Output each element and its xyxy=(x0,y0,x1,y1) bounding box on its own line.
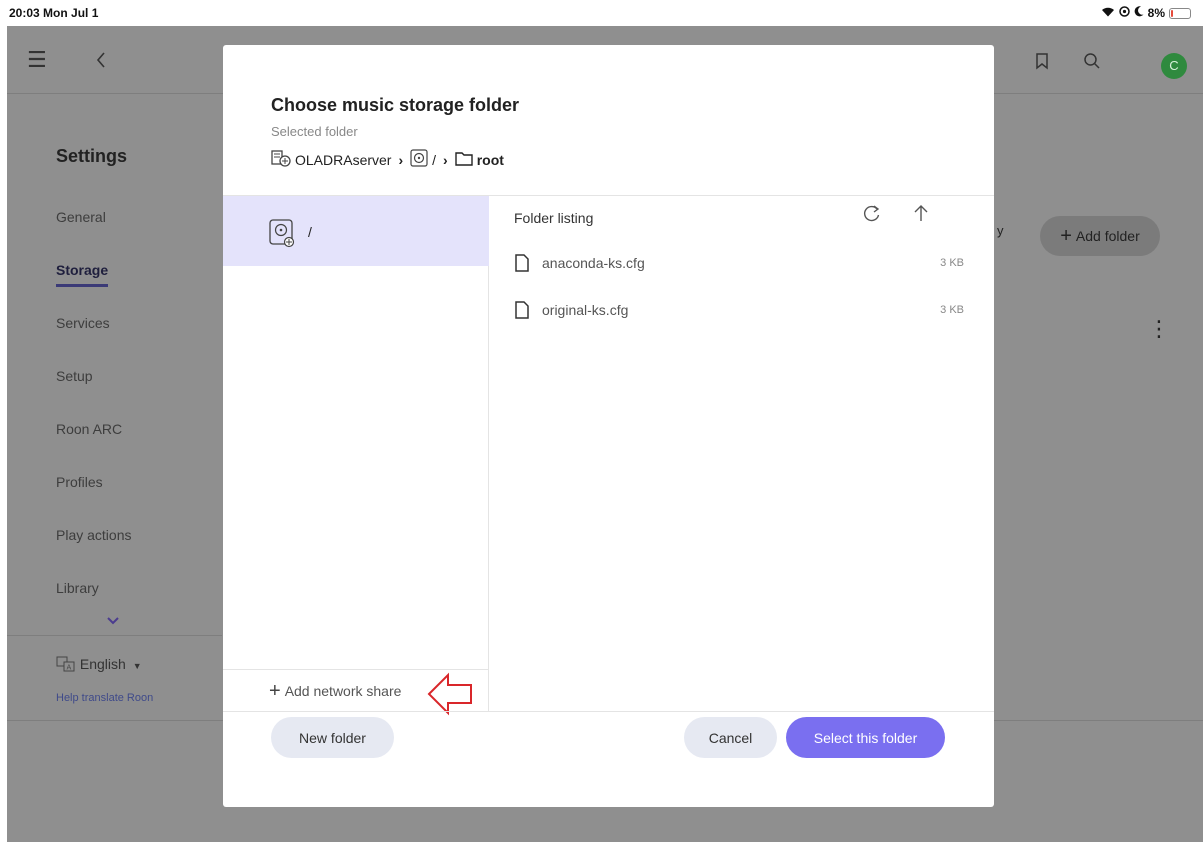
user-avatar[interactable]: C xyxy=(1161,53,1187,79)
battery-text: 8% xyxy=(1147,6,1165,20)
breadcrumb-drive[interactable]: / xyxy=(432,152,436,168)
choose-folder-dialog: Choose music storage folder Selected fol… xyxy=(223,45,994,807)
breadcrumb-chevron-icon: › xyxy=(443,151,448,168)
add-network-share-label: Add network share xyxy=(284,683,402,699)
partial-text: y xyxy=(997,223,1004,238)
breadcrumb-folder[interactable]: root xyxy=(477,152,504,168)
arrow-up-icon[interactable] xyxy=(914,204,928,227)
add-folder-button[interactable]: + Add folder xyxy=(1040,216,1160,256)
search-icon[interactable] xyxy=(1083,48,1101,75)
folder-listing-header: Folder listing xyxy=(514,210,594,226)
hard-drive-icon xyxy=(268,218,296,253)
drive-item[interactable]: / xyxy=(223,196,489,266)
nav-item-play-actions[interactable]: Play actions xyxy=(56,527,131,543)
dialog-title: Choose music storage folder xyxy=(271,95,520,115)
new-folder-button[interactable]: New folder xyxy=(271,717,394,758)
active-nav-underline xyxy=(56,284,108,287)
help-translate-link[interactable]: Help translate Roon xyxy=(56,692,153,704)
server-icon xyxy=(271,149,291,170)
nav-item-roon-arc[interactable]: Roon ARC xyxy=(56,421,122,437)
status-icons: 8% xyxy=(1101,6,1191,20)
cancel-button[interactable]: Cancel xyxy=(684,717,777,758)
file-row[interactable]: original-ks.cfg 3 KB xyxy=(514,299,964,323)
nav-item-profiles[interactable]: Profiles xyxy=(56,474,103,490)
svg-text:A: A xyxy=(67,664,72,672)
dropdown-caret-icon: ▼ xyxy=(132,661,142,671)
language-label: English xyxy=(79,656,126,672)
footer-divider xyxy=(223,711,994,712)
file-row[interactable]: anaconda-ks.cfg 3 KB xyxy=(514,252,964,276)
annotation-arrow-icon xyxy=(426,672,474,721)
add-share-divider xyxy=(223,669,489,670)
drive-label: / xyxy=(308,224,312,240)
sidebar-divider xyxy=(7,635,222,636)
settings-title: Settings xyxy=(56,146,128,166)
menu-icon[interactable]: ☰ xyxy=(27,48,47,72)
add-folder-label: Add folder xyxy=(1075,228,1140,244)
breadcrumb-chevron-icon: › xyxy=(398,151,404,168)
file-name: anaconda-ks.cfg xyxy=(542,255,645,271)
language-selector[interactable]: A English ▼ xyxy=(56,656,142,672)
nav-item-storage[interactable]: Storage xyxy=(56,262,109,287)
moon-icon xyxy=(1134,6,1144,20)
dialog-subtitle: Selected folder xyxy=(271,124,358,139)
status-bar: 20:03 Mon Jul 1 8% xyxy=(0,0,1203,26)
folder-listing-pane: Folder listing anaconda-ks.cfg 3 KB orig… xyxy=(490,196,994,711)
status-time: 20:03 Mon Jul 1 xyxy=(9,6,99,20)
breadcrumb-server[interactable]: OLADRAserver xyxy=(295,152,391,168)
file-icon xyxy=(514,254,530,277)
drive-icon xyxy=(410,149,428,170)
plus-icon: + xyxy=(1060,225,1072,247)
nav-item-general[interactable]: General xyxy=(56,209,106,225)
nav-item-setup[interactable]: Setup xyxy=(56,368,93,384)
focus-icon xyxy=(1118,6,1130,20)
select-folder-button[interactable]: Select this folder xyxy=(786,717,945,758)
file-name: original-ks.cfg xyxy=(542,302,629,318)
file-size: 3 KB xyxy=(940,257,964,269)
more-options-icon[interactable]: ⋮ xyxy=(1148,316,1170,342)
battery-icon xyxy=(1169,7,1191,19)
refresh-icon[interactable] xyxy=(862,204,882,230)
nav-item-library[interactable]: Library xyxy=(56,580,99,596)
back-icon[interactable] xyxy=(95,48,107,75)
chevron-down-icon[interactable] xyxy=(107,612,119,628)
file-size: 3 KB xyxy=(940,304,964,316)
bookmark-icon[interactable] xyxy=(1035,48,1049,75)
breadcrumb: OLADRAserver › / › root xyxy=(271,149,504,170)
translate-icon: A xyxy=(56,656,80,672)
nav-item-services[interactable]: Services xyxy=(56,315,110,331)
drive-list-pane: / xyxy=(223,196,489,711)
folder-icon xyxy=(455,151,473,169)
plus-icon: + xyxy=(269,680,281,702)
wifi-icon xyxy=(1101,6,1115,20)
add-network-share-button[interactable]: + Add network share xyxy=(269,680,402,702)
nav-item-storage-label: Storage xyxy=(56,262,109,278)
file-icon xyxy=(514,301,530,324)
